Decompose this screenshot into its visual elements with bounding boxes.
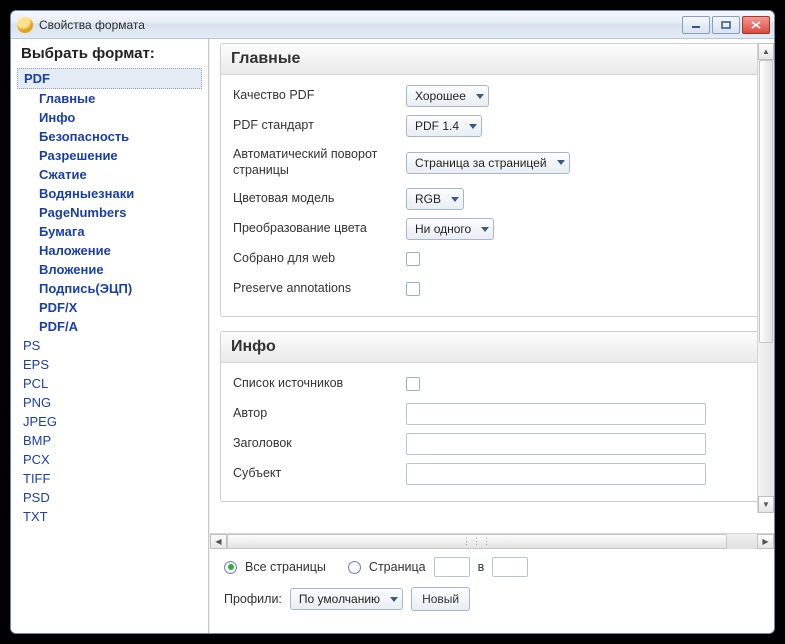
- web-checkbox[interactable]: [406, 252, 420, 266]
- standard-select[interactable]: PDF 1.4: [406, 115, 482, 137]
- close-icon: [751, 21, 761, 29]
- subject-label: Субъект: [231, 464, 406, 484]
- sources-label: Список источников: [231, 374, 406, 394]
- preserve-checkbox[interactable]: [406, 282, 420, 296]
- section-main-header: Главные: [221, 44, 765, 75]
- sources-checkbox[interactable]: [406, 377, 420, 391]
- scroll-left-icon[interactable]: ◀: [210, 534, 227, 549]
- autorotate-value: Страница за страницей: [415, 156, 547, 170]
- footer-panel: Все страницы Страница в Профили: По умол…: [210, 549, 774, 633]
- pdf-sub-signature[interactable]: Подпись(ЭЦП): [17, 279, 202, 298]
- new-profile-label: Новый: [422, 592, 459, 606]
- pdf-sub-watermarks[interactable]: Водяныезнаки: [17, 184, 202, 203]
- format-list: PDF Главные Инфо Безопасность Разрешение…: [17, 68, 202, 526]
- pdf-sub-main[interactable]: Главные: [17, 89, 202, 108]
- scroll-down-icon[interactable]: ▼: [758, 496, 774, 513]
- section-info: Инфо Список источников Автор Заголовок: [220, 331, 766, 502]
- chevron-down-icon: [451, 197, 459, 202]
- page-label: Страница: [369, 560, 426, 574]
- window-controls: [680, 16, 770, 34]
- pdf-sub-pdfx[interactable]: PDF/X: [17, 298, 202, 317]
- horizontal-scrollbar[interactable]: ◀ ⋮⋮⋮ ▶: [210, 533, 774, 549]
- profile-value: По умолчанию: [299, 592, 380, 606]
- chevron-down-icon: [390, 597, 398, 602]
- profile-select[interactable]: По умолчанию: [290, 588, 403, 610]
- pdf-sub-resolution[interactable]: Разрешение: [17, 146, 202, 165]
- colormodel-value: RGB: [415, 192, 441, 206]
- chevron-down-icon: [469, 124, 477, 129]
- sidebar-title: Выбрать формат:: [17, 43, 202, 68]
- section-main: Главные Качество PDF Хорошее PDF стандар…: [220, 43, 766, 317]
- all-pages-radio[interactable]: [224, 561, 237, 574]
- new-profile-button[interactable]: Новый: [411, 587, 470, 611]
- maximize-icon: [721, 21, 731, 29]
- author-input[interactable]: [406, 403, 706, 425]
- pdf-sub-pagenumbers[interactable]: PageNumbers: [17, 203, 202, 222]
- format-item-psd[interactable]: PSD: [17, 488, 202, 507]
- format-item-txt[interactable]: TXT: [17, 507, 202, 526]
- pdf-sub-info[interactable]: Инфо: [17, 108, 202, 127]
- page-radio[interactable]: [348, 561, 361, 574]
- titlebar: Свойства формата: [11, 11, 774, 39]
- format-item-tiff[interactable]: TIFF: [17, 469, 202, 488]
- format-item-jpeg[interactable]: JPEG: [17, 412, 202, 431]
- quality-label: Качество PDF: [231, 86, 406, 106]
- quality-value: Хорошее: [415, 89, 466, 103]
- format-item-pdf[interactable]: PDF: [17, 68, 202, 89]
- format-item-eps[interactable]: EPS: [17, 355, 202, 374]
- window-title: Свойства формата: [39, 18, 680, 32]
- page-to-input[interactable]: [492, 557, 528, 577]
- minimize-button[interactable]: [682, 16, 710, 34]
- chevron-down-icon: [557, 160, 565, 165]
- colorconv-value: Ни одного: [415, 222, 471, 236]
- colorconv-label: Преобразование цвета: [231, 219, 406, 239]
- format-properties-window: Свойства формата Выбрать формат: PDF Гла…: [10, 10, 775, 634]
- close-button[interactable]: [742, 16, 770, 34]
- pdf-sub-pdfa[interactable]: PDF/A: [17, 317, 202, 336]
- section-info-header: Инфо: [221, 332, 765, 363]
- pdf-sub-security[interactable]: Безопасность: [17, 127, 202, 146]
- format-item-bmp[interactable]: BMP: [17, 431, 202, 450]
- sidebar: Выбрать формат: PDF Главные Инфо Безопас…: [11, 39, 209, 633]
- pdf-sub-compression[interactable]: Сжатие: [17, 165, 202, 184]
- content-area: Главные Качество PDF Хорошее PDF стандар…: [209, 39, 774, 633]
- format-item-pcx[interactable]: PCX: [17, 450, 202, 469]
- colormodel-select[interactable]: RGB: [406, 188, 464, 210]
- all-pages-label: Все страницы: [245, 560, 326, 574]
- author-label: Автор: [231, 404, 406, 424]
- vertical-scrollbar[interactable]: ▲ ▼: [757, 43, 774, 513]
- colorconv-select[interactable]: Ни одного: [406, 218, 494, 240]
- quality-select[interactable]: Хорошее: [406, 85, 489, 107]
- scroll-up-icon[interactable]: ▲: [758, 43, 774, 60]
- scroll-area: Главные Качество PDF Хорошее PDF стандар…: [210, 39, 774, 533]
- standard-value: PDF 1.4: [415, 119, 459, 133]
- format-item-pcl[interactable]: PCL: [17, 374, 202, 393]
- format-item-png[interactable]: PNG: [17, 393, 202, 412]
- scroll-right-icon[interactable]: ▶: [757, 534, 774, 549]
- autorotate-label: Автоматический поворот страницы: [231, 145, 406, 180]
- title-input[interactable]: [406, 433, 706, 455]
- minimize-icon: [691, 21, 701, 29]
- standard-label: PDF стандарт: [231, 116, 406, 136]
- chevron-down-icon: [481, 227, 489, 232]
- title-label: Заголовок: [231, 434, 406, 454]
- chevron-down-icon: [476, 94, 484, 99]
- subject-input[interactable]: [406, 463, 706, 485]
- format-item-ps[interactable]: PS: [17, 336, 202, 355]
- pdf-sub-attachment[interactable]: Вложение: [17, 260, 202, 279]
- profiles-label: Профили:: [224, 592, 282, 606]
- pdf-sub-paper[interactable]: Бумага: [17, 222, 202, 241]
- web-label: Собрано для web: [231, 249, 406, 269]
- pdf-sub-overlay[interactable]: Наложение: [17, 241, 202, 260]
- preserve-label: Preserve annotations: [231, 279, 406, 299]
- page-from-input[interactable]: [434, 557, 470, 577]
- app-icon: [17, 17, 33, 33]
- colormodel-label: Цветовая модель: [231, 189, 406, 209]
- in-label: в: [478, 560, 485, 574]
- autorotate-select[interactable]: Страница за страницей: [406, 152, 570, 174]
- maximize-button[interactable]: [712, 16, 740, 34]
- scroll-thumb[interactable]: [759, 60, 773, 343]
- hscroll-thumb[interactable]: ⋮⋮⋮: [227, 534, 727, 549]
